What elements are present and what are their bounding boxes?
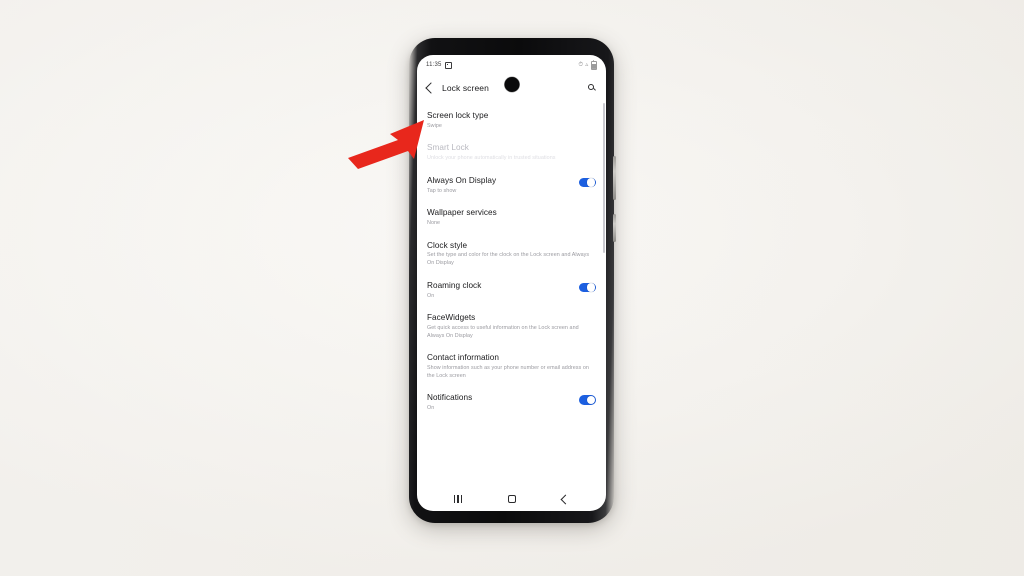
status-bar-right: ⏱ ▵ — [578, 59, 597, 70]
home-icon[interactable] — [508, 495, 516, 503]
list-item-screen-lock-type[interactable]: Screen lock type Swipe — [417, 111, 606, 130]
list-item-smart-lock: Smart Lock Unlock your phone automatical… — [417, 143, 606, 162]
list-item-subtitle: Show information such as your phone numb… — [427, 365, 589, 379]
list-item-roaming-clock[interactable]: Roaming clock On — [417, 281, 606, 300]
list-item-contact-information[interactable]: Contact information Show information suc… — [417, 353, 606, 380]
scrollbar[interactable] — [603, 103, 605, 253]
phone-device: 11:35 ⏱ ▵ Lock screen Screen lock type S… — [409, 38, 616, 523]
toggle-knob — [587, 283, 596, 292]
list-item-subtitle: Set the type and color for the clock on … — [427, 252, 590, 267]
front-camera-punch-hole — [504, 77, 519, 92]
back-chevron-icon[interactable] — [425, 82, 437, 94]
list-item-subtitle: On — [427, 292, 435, 299]
list-item-title: Screen lock type — [427, 111, 489, 120]
settings-list[interactable]: Screen lock type Swipe Smart Lock Unlock… — [417, 101, 606, 489]
list-item-subtitle: Swipe — [427, 122, 442, 129]
signal-icon: ⏱ — [578, 62, 584, 68]
list-item-notifications[interactable]: Notifications On — [417, 393, 606, 412]
search-icon[interactable] — [588, 83, 597, 93]
alarm-icon — [444, 61, 452, 69]
list-item-title: Roaming clock — [427, 280, 482, 290]
list-item-clock-style[interactable]: Clock style Set the type and color for t… — [417, 241, 606, 268]
list-item-wallpaper-services[interactable]: Wallpaper services None — [417, 208, 606, 227]
list-item-always-on-display[interactable]: Always On Display Tap to show — [417, 176, 606, 195]
toggle-knob — [587, 395, 596, 405]
battery-icon — [590, 59, 597, 70]
list-item-subtitle: None — [427, 220, 441, 227]
wifi-icon: ▵ — [585, 62, 589, 68]
list-item-subtitle: On — [427, 405, 435, 412]
toggle-knob — [587, 178, 596, 187]
list-item-subtitle: Unlock your phone automatically in trust… — [427, 155, 556, 162]
back-icon[interactable] — [560, 494, 571, 504]
status-bar-left: 11:35 — [426, 61, 452, 69]
list-item-title: Wallpaper services — [427, 208, 497, 218]
list-item-subtitle: Tap to show — [427, 187, 457, 194]
power-button[interactable] — [612, 214, 616, 242]
toggle-notifications[interactable] — [579, 395, 596, 405]
list-item-subtitle: Get quick access to useful information o… — [427, 324, 579, 339]
list-item-title: Always On Display — [427, 175, 497, 185]
list-item-facewidgets[interactable]: FaceWidgets Get quick access to useful i… — [417, 313, 606, 340]
list-item-title: FaceWidgets — [427, 313, 476, 323]
phone-screen: 11:35 ⏱ ▵ Lock screen Screen lock type S… — [417, 55, 606, 511]
list-item-title: Notifications — [427, 393, 473, 403]
list-item-title: Clock style — [427, 240, 468, 250]
recents-icon[interactable] — [454, 495, 462, 503]
status-time: 11:35 — [426, 62, 442, 68]
navigation-bar — [417, 489, 606, 511]
toggle-roaming-clock[interactable] — [579, 282, 596, 293]
volume-button[interactable] — [612, 156, 616, 200]
status-bar: 11:35 ⏱ ▵ — [417, 55, 606, 75]
list-item-title: Smart Lock — [427, 143, 469, 153]
list-item-title: Contact information — [427, 353, 499, 363]
toggle-always-on-display[interactable] — [579, 177, 596, 188]
